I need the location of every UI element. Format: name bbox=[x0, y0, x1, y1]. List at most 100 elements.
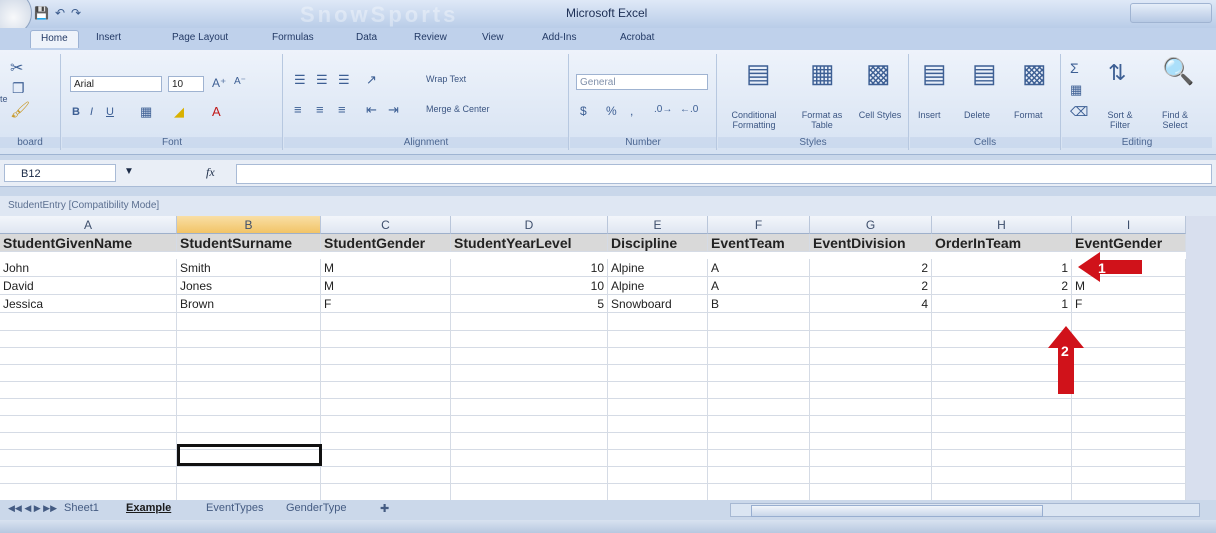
horizontal-scrollbar[interactable] bbox=[730, 503, 1200, 517]
borders-icon[interactable]: ▦ bbox=[140, 104, 152, 120]
bold-icon[interactable]: B bbox=[72, 106, 80, 118]
column-header-c[interactable]: C bbox=[321, 216, 451, 234]
column-header-b[interactable]: B bbox=[177, 216, 321, 234]
empty-cell[interactable] bbox=[708, 449, 810, 467]
format-cells-icon[interactable]: ▩ bbox=[1022, 58, 1047, 89]
empty-cell[interactable] bbox=[810, 398, 932, 416]
empty-cell[interactable] bbox=[1072, 449, 1186, 467]
tab-formulas[interactable]: Formulas bbox=[272, 32, 314, 43]
empty-cell[interactable] bbox=[0, 364, 177, 382]
percent-button[interactable]: % bbox=[606, 104, 617, 118]
empty-cell[interactable] bbox=[451, 398, 608, 416]
empty-cell[interactable] bbox=[708, 364, 810, 382]
empty-cell[interactable] bbox=[451, 313, 608, 331]
empty-cell[interactable] bbox=[810, 330, 932, 348]
table-cell[interactable]: David bbox=[0, 277, 177, 295]
empty-cell[interactable] bbox=[608, 364, 708, 382]
empty-cell[interactable] bbox=[1072, 483, 1186, 500]
empty-cell[interactable] bbox=[810, 432, 932, 450]
empty-cell[interactable] bbox=[177, 330, 321, 348]
empty-cell[interactable] bbox=[608, 483, 708, 500]
conditional-formatting-icon[interactable]: ▤ bbox=[746, 58, 771, 89]
table-cell[interactable]: F bbox=[321, 295, 451, 313]
table-cell[interactable]: A bbox=[708, 277, 810, 295]
sort-filter-button[interactable]: Sort & Filter bbox=[1098, 110, 1142, 130]
header-cell[interactable]: EventDivision bbox=[810, 234, 932, 252]
empty-cell[interactable] bbox=[708, 347, 810, 365]
empty-cell[interactable] bbox=[810, 364, 932, 382]
empty-cell[interactable] bbox=[177, 313, 321, 331]
selected-cell-b12[interactable] bbox=[177, 444, 322, 466]
empty-cell[interactable] bbox=[321, 330, 451, 348]
column-header-e[interactable]: E bbox=[608, 216, 708, 234]
font-name-select[interactable]: Arial bbox=[70, 76, 162, 92]
table-cell[interactable]: Jessica bbox=[0, 295, 177, 313]
tab-insert[interactable]: Insert bbox=[96, 32, 121, 43]
empty-cell[interactable] bbox=[0, 398, 177, 416]
find-select-icon[interactable]: 🔍 bbox=[1162, 56, 1194, 87]
empty-cell[interactable] bbox=[451, 466, 608, 484]
vertical-scroll-area[interactable] bbox=[1186, 216, 1216, 500]
horizontal-scroll-thumb[interactable] bbox=[751, 505, 1043, 517]
empty-cell[interactable] bbox=[0, 381, 177, 399]
align-left-icon[interactable]: ≡ bbox=[294, 102, 302, 117]
table-cell[interactable]: Brown bbox=[177, 295, 321, 313]
tab-review[interactable]: Review bbox=[414, 32, 447, 43]
empty-cell[interactable] bbox=[932, 398, 1072, 416]
sheet-tab-eventtypes[interactable]: EventTypes bbox=[206, 502, 263, 514]
table-cell[interactable]: 4 bbox=[810, 295, 932, 313]
empty-cell[interactable] bbox=[810, 313, 932, 331]
empty-cell[interactable] bbox=[1072, 364, 1186, 382]
empty-cell[interactable] bbox=[1072, 432, 1186, 450]
sheet-nav-icons[interactable]: ◀◀ ◀ ▶ ▶▶ bbox=[8, 503, 57, 514]
empty-cell[interactable] bbox=[932, 415, 1072, 433]
table-cell[interactable]: 5 bbox=[451, 295, 608, 313]
fill-icon[interactable]: ▦ bbox=[1070, 82, 1082, 98]
table-cell[interactable]: 1 bbox=[932, 259, 1072, 277]
tab-home[interactable]: Home bbox=[30, 30, 79, 48]
insert-button[interactable]: Insert bbox=[918, 110, 941, 120]
empty-cell[interactable] bbox=[608, 313, 708, 331]
name-box[interactable]: B12 bbox=[4, 164, 116, 182]
shrink-font-icon[interactable]: A⁻ bbox=[234, 76, 246, 87]
empty-cell[interactable] bbox=[0, 415, 177, 433]
empty-cell[interactable] bbox=[810, 347, 932, 365]
empty-cell[interactable] bbox=[321, 398, 451, 416]
cell-styles-button[interactable]: Cell Styles bbox=[856, 110, 904, 120]
empty-cell[interactable] bbox=[0, 347, 177, 365]
empty-cell[interactable] bbox=[321, 466, 451, 484]
decrease-decimal-icon[interactable]: ←.0 bbox=[680, 104, 698, 115]
orientation-icon[interactable]: ↗ bbox=[366, 72, 377, 88]
empty-cell[interactable] bbox=[321, 364, 451, 382]
increase-indent-icon[interactable]: ⇥ bbox=[388, 102, 399, 118]
empty-cell[interactable] bbox=[1072, 415, 1186, 433]
number-format-select[interactable]: General bbox=[576, 74, 708, 90]
format-painter-icon[interactable]: 🖌 bbox=[10, 100, 30, 120]
copy-icon[interactable]: ❐ bbox=[12, 80, 25, 97]
empty-cell[interactable] bbox=[321, 347, 451, 365]
spreadsheet-grid[interactable]: A B C D E F G H I StudentGivenName Stude… bbox=[0, 216, 1186, 500]
empty-cell[interactable] bbox=[0, 330, 177, 348]
empty-cell[interactable] bbox=[810, 483, 932, 500]
empty-cell[interactable] bbox=[451, 483, 608, 500]
empty-cell[interactable] bbox=[1072, 466, 1186, 484]
insert-function-button[interactable]: fx bbox=[206, 165, 215, 180]
column-header-f[interactable]: F bbox=[708, 216, 810, 234]
sort-filter-icon[interactable]: ⇅ bbox=[1108, 60, 1126, 86]
paste-button[interactable]: te bbox=[0, 94, 8, 104]
table-cell[interactable]: 10 bbox=[451, 277, 608, 295]
format-button[interactable]: Format bbox=[1014, 110, 1043, 120]
column-header-h[interactable]: H bbox=[932, 216, 1072, 234]
empty-cell[interactable] bbox=[810, 449, 932, 467]
empty-cell[interactable] bbox=[708, 415, 810, 433]
format-as-table-icon[interactable]: ▦ bbox=[810, 58, 835, 89]
conditional-formatting-button[interactable]: Conditional Formatting bbox=[722, 110, 786, 130]
table-cell[interactable]: Alpine bbox=[608, 277, 708, 295]
formula-input[interactable] bbox=[236, 164, 1212, 184]
align-center-icon[interactable]: ≡ bbox=[316, 102, 324, 117]
empty-cell[interactable] bbox=[708, 330, 810, 348]
table-cell[interactable]: Snowboard bbox=[608, 295, 708, 313]
empty-cell[interactable] bbox=[451, 381, 608, 399]
empty-cell[interactable] bbox=[608, 466, 708, 484]
empty-cell[interactable] bbox=[608, 330, 708, 348]
